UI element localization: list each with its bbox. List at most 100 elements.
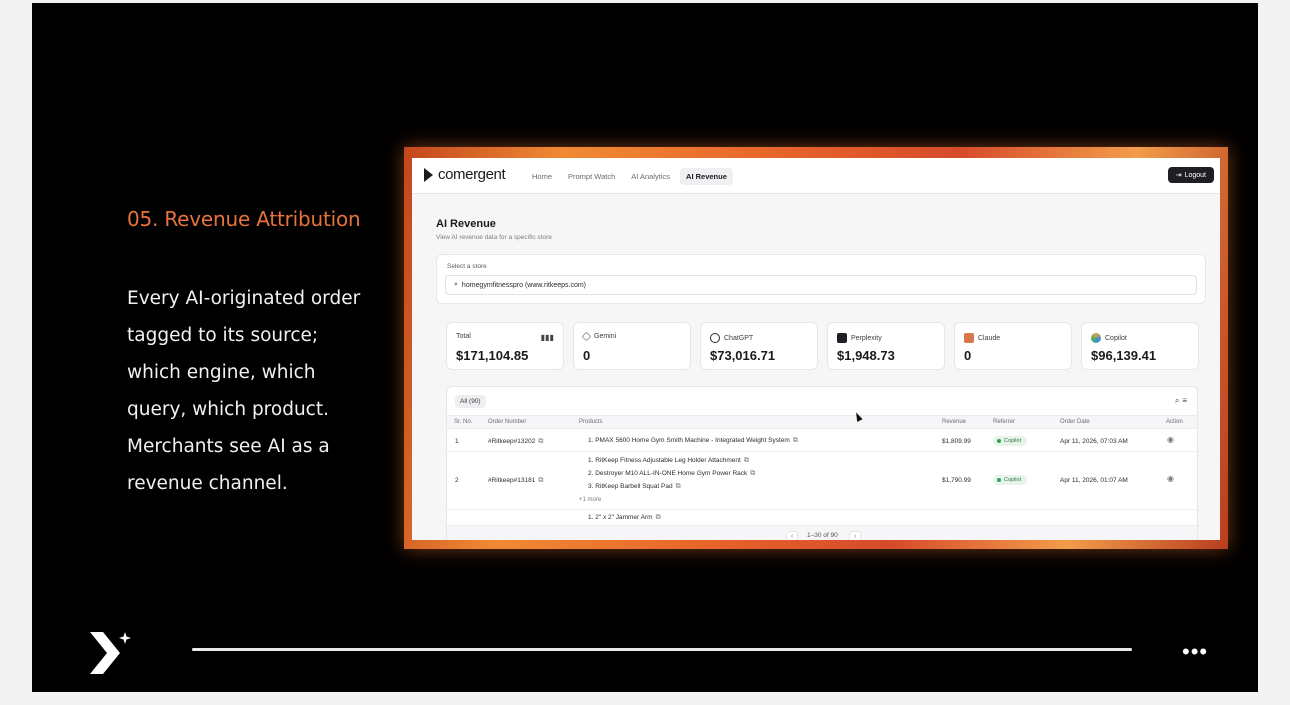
row1-sr: 1 [455,438,459,445]
store-select-input[interactable]: ⌕ homegymfitnesspro (www.ritkeeps.com) [445,275,1197,295]
view-eye-icon[interactable]: ◉ [1167,474,1174,483]
row1-revenue: $1,809.99 [942,438,971,445]
row2-product-1[interactable]: 1. RitKeep Fitness Adjustable Leg Holder… [588,457,749,465]
logout-icon: ⇥ [1175,172,1182,179]
external-link-icon[interactable]: ⧉ [750,470,755,477]
video-progress-fill [192,648,1132,651]
next-page-button[interactable]: › [849,531,861,540]
filter-all-chip[interactable]: All (90) [455,395,486,408]
claude-icon [964,333,974,343]
row2-order[interactable]: #Ritkeep#13181 ⧉ [488,477,543,485]
row-divider [447,509,1197,510]
metric-value: $171,104.85 [456,348,529,363]
metric-label: Gemini [594,333,617,340]
perplexity-icon [837,333,847,343]
page-subtitle: View AI revenue data for a specific stor… [436,234,552,241]
video-progress-bar[interactable] [192,648,1132,651]
external-link-icon[interactable]: ⧉ [656,514,661,521]
product-name: 1. RitKeep Fitness Adjustable Leg Holder… [588,457,741,464]
row2-more-link[interactable]: +1 more [579,497,601,503]
col-revenue: Revenue [942,419,967,425]
logout-label: Logout [1184,171,1206,179]
row1-date: Apr 11, 2026, 07:03 AM [1060,438,1128,445]
pagination-bar: ‹ 1–30 of 90 › [447,525,1197,540]
app-screenshot: comergent Home Prompt Watch AI Analytics… [412,158,1220,540]
metric-value: $1,948.73 [837,348,895,363]
external-link-icon[interactable]: ⧉ [744,457,749,464]
metric-value: 0 [964,348,972,363]
metric-copilot: Copilot $96,139.41 [1081,322,1199,370]
metrics-row: Total ▮▮▮ $171,104.85 Gemini 0 ChatGPT $… [446,322,1199,370]
col-action: Action [1166,419,1183,425]
col-referrer: Referrer [993,419,1016,425]
prev-page-button[interactable]: ‹ [786,531,798,540]
orders-table: All (90) ⌕ ≡ Sr. No. Order Number Produc… [446,386,1198,540]
metric-total: Total ▮▮▮ $171,104.85 [446,322,564,370]
row2-product-3[interactable]: 3. RitKeep Barbell Squat Pad ⧉ [588,483,681,491]
nav-home[interactable]: Home [526,168,558,185]
product-name: 2. Destroyer M10 ALL-IN-ONE Home Gym Pow… [588,470,748,477]
metric-gemini: Gemini 0 [573,322,691,370]
referrer-badge: Copilot [993,436,1028,446]
row2-revenue: $1,790.99 [942,477,971,484]
gemini-icon [581,331,592,342]
nav-links: Home Prompt Watch AI Analytics AI Revenu… [526,168,733,185]
metric-value: $73,016.71 [710,348,776,363]
product-name: 3. RitKeep Barbell Squat Pad [588,483,673,490]
brand-name: comergent [438,166,506,183]
chatgpt-icon [710,333,720,343]
metric-value: 0 [583,348,591,363]
external-link-icon[interactable]: ⧉ [538,438,543,445]
app-navbar: comergent Home Prompt Watch AI Analytics… [412,158,1220,194]
external-link-icon[interactable]: ⧉ [538,477,543,484]
brand-logo[interactable]: comergent [424,166,506,183]
nav-ai-analytics[interactable]: AI Analytics [625,168,676,185]
row1-product-1[interactable]: 1. PMAX 5600 Home Gym Smith Machine - In… [588,437,798,445]
metric-label: ChatGPT [724,334,754,342]
slide-heading: 05. Revenue Attribution [127,207,361,231]
external-link-icon[interactable]: ⧉ [676,483,681,490]
col-sr-no: Sr. No. [454,419,473,425]
store-label: Select a store [447,263,487,270]
nav-ai-revenue[interactable]: AI Revenue [680,168,733,185]
metric-chatgpt: ChatGPT $73,016.71 [700,322,818,370]
referrer-badge: Copilot [993,475,1028,485]
more-options-icon[interactable]: ••• [1182,641,1208,663]
table-header: Sr. No. Order Number Products Revenue Re… [447,415,1197,429]
row2-sr: 2 [455,477,459,484]
metric-claude: Claude 0 [954,322,1072,370]
product-name: 1. 2" x 2" Jammer Arm [588,514,653,521]
brand-chevron-icon [424,167,433,182]
row2-date: Apr 11, 2026, 01:07 AM [1060,477,1128,484]
copilot-icon [1091,333,1101,343]
search-icon: ⌕ [454,281,458,288]
page-title: AI Revenue [436,218,496,230]
filter-icon[interactable]: ≡ [1182,396,1187,406]
presentation-slide: 05. Revenue Attribution Every AI-origina… [32,3,1258,692]
row-divider [447,451,1197,452]
screenshot-frame: comergent Home Prompt Watch AI Analytics… [404,147,1228,549]
nav-prompt-watch[interactable]: Prompt Watch [562,168,621,185]
external-link-icon[interactable]: ⧉ [793,437,798,444]
metric-label: Total [456,333,471,340]
search-icon[interactable]: ⌕ [1175,396,1179,406]
order-number: #Ritkeep#13181 [488,477,536,484]
table-tools: ⌕ ≡ [1175,396,1187,406]
col-order-date: Order Date [1060,419,1090,425]
pagination-label: 1–30 of 90 [807,532,838,539]
bar-chart-icon: ▮▮▮ [540,333,554,342]
logout-button[interactable]: ⇥ Logout [1167,167,1214,183]
metric-perplexity: Perplexity $1,948.73 [827,322,945,370]
row3-product-1[interactable]: 1. 2" x 2" Jammer Arm ⧉ [588,514,661,522]
product-name: 1. PMAX 5600 Home Gym Smith Machine - In… [588,437,790,444]
col-products: Products [579,419,603,425]
view-eye-icon[interactable]: ◉ [1167,435,1174,444]
row2-product-2[interactable]: 2. Destroyer M10 ALL-IN-ONE Home Gym Pow… [588,470,755,478]
slide-body-text: Every AI-originated order tagged to its … [127,288,361,494]
store-selector-card: Select a store ⌕ homegymfitnesspro (www.… [436,254,1206,304]
row1-order[interactable]: #Ritkeep#13202 ⧉ [488,438,543,446]
presenter-logo-icon [90,632,131,674]
metric-label: Claude [978,334,1001,342]
store-value: homegymfitnesspro (www.ritkeeps.com) [461,281,587,289]
metric-value: $96,139.41 [1091,348,1157,363]
